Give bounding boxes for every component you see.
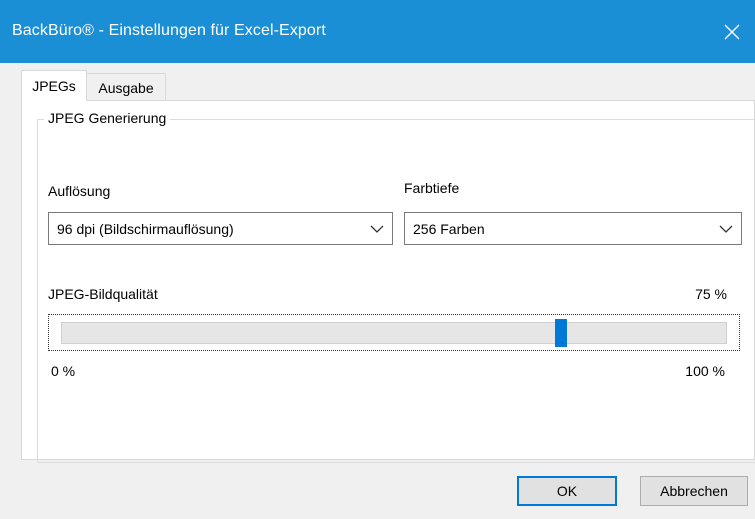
slider-track xyxy=(61,322,727,344)
group-jpeg-generierung: JPEG Generierung Auflösung 96 dpi (Bilds… xyxy=(37,110,755,463)
quality-slider[interactable] xyxy=(48,314,740,351)
resolution-label: Auflösung xyxy=(48,183,111,199)
quality-value: 75 % xyxy=(695,286,727,302)
chevron-down-icon xyxy=(370,225,384,233)
title-bar: BackBüro® - Einstellungen für Excel-Expo… xyxy=(0,0,755,63)
slider-min-label: 0 % xyxy=(51,363,76,379)
quality-label: JPEG-Bildqualität xyxy=(48,286,158,302)
color-depth-dropdown[interactable]: 256 Farben xyxy=(404,212,742,245)
resolution-value: 96 dpi (Bildschirmauflösung) xyxy=(57,220,234,237)
color-depth-label: Farbtiefe xyxy=(404,180,460,196)
window-title: BackBüro® - Einstellungen für Excel-Expo… xyxy=(12,22,326,39)
ok-button[interactable]: OK xyxy=(517,476,617,506)
group-title: JPEG Generierung xyxy=(44,110,171,126)
dialog-body: JPEGs Ausgabe JPEG Generierung Auflösung… xyxy=(0,63,755,519)
close-icon xyxy=(724,24,740,39)
resolution-dropdown[interactable]: 96 dpi (Bildschirmauflösung) xyxy=(48,212,393,245)
color-depth-value: 256 Farben xyxy=(413,220,485,237)
cancel-button[interactable]: Abbrechen xyxy=(640,476,748,506)
slider-max-label: 100 % xyxy=(685,363,725,379)
tab-jpegs[interactable]: JPEGs xyxy=(21,70,87,101)
slider-thumb[interactable] xyxy=(554,319,567,347)
close-button[interactable] xyxy=(709,0,755,63)
tab-ausgabe[interactable]: Ausgabe xyxy=(86,73,166,101)
chevron-down-icon xyxy=(719,225,733,233)
tab-panel-jpegs: JPEG Generierung Auflösung 96 dpi (Bilds… xyxy=(21,100,755,463)
